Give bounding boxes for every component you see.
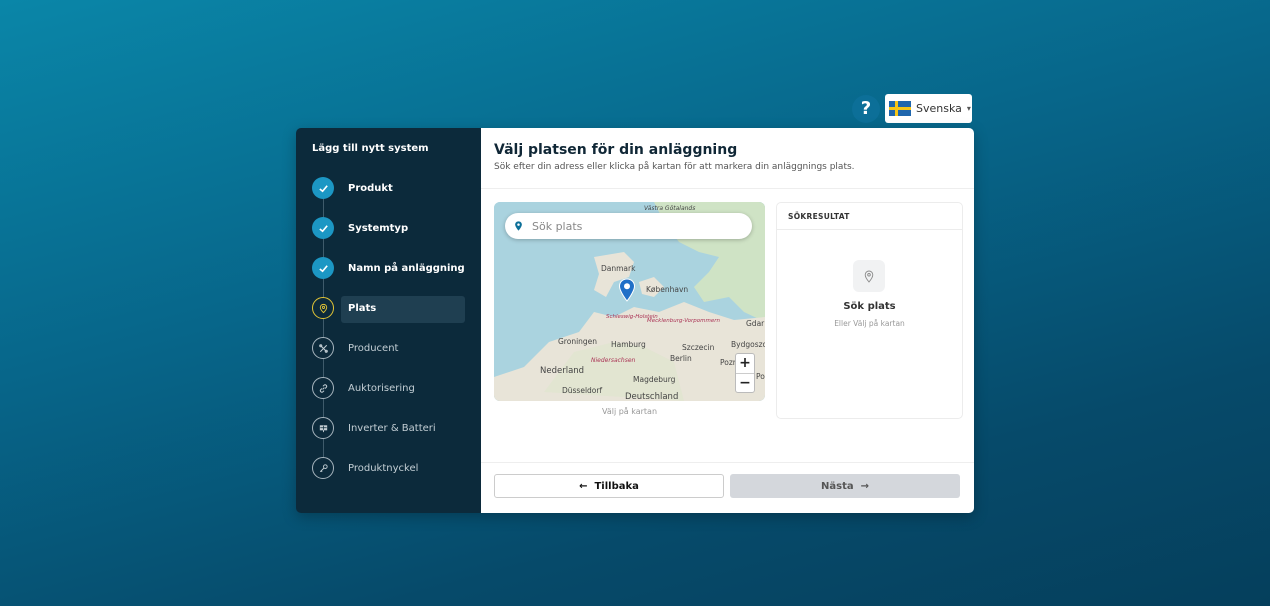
map-label: København xyxy=(646,285,689,294)
map-label: Magdeburg xyxy=(633,375,676,384)
step-produkt[interactable]: Produkt xyxy=(312,177,393,199)
map-label: Düsseldorf xyxy=(562,386,603,395)
step-plats[interactable]: Plats xyxy=(312,297,376,319)
sidebar-title: Lägg till nytt system xyxy=(312,143,429,154)
grid-icon xyxy=(312,417,334,439)
header-divider xyxy=(481,188,974,189)
step-label: Auktorisering xyxy=(348,382,415,394)
map-label: Västra Götalands xyxy=(644,205,696,212)
step-label: Systemtyp xyxy=(348,222,409,234)
map-label: Mecklenburg-Vorpommern xyxy=(647,318,720,324)
step-produktnyckel[interactable]: Produktnyckel xyxy=(312,457,418,479)
search-results-panel: SÖKRESULTAT Sök plats Eller Välj på kart… xyxy=(776,202,963,419)
zoom-control: + − xyxy=(735,353,755,393)
page-subtitle: Sök efter din adress eller klicka på kar… xyxy=(494,162,855,172)
step-label: Producent xyxy=(348,342,399,354)
step-systemtyp[interactable]: Systemtyp xyxy=(312,217,408,239)
link-icon xyxy=(312,377,334,399)
check-icon xyxy=(312,217,334,239)
topbar: ? Svenska ▾ xyxy=(852,94,972,123)
map-view[interactable]: Västra Götalands Danmark København Schle… xyxy=(494,202,765,401)
language-label: Svenska xyxy=(916,102,962,115)
question-icon: ? xyxy=(860,98,872,119)
step-auktorisering[interactable]: Auktorisering xyxy=(312,377,415,399)
tools-icon xyxy=(312,337,334,359)
step-inverter[interactable]: Inverter & Batteri xyxy=(312,417,436,439)
key-icon xyxy=(312,457,334,479)
map-label: Hamburg xyxy=(611,340,646,349)
map-label: Danmark xyxy=(601,264,636,273)
step-label: Namn på anläggning xyxy=(348,262,465,274)
map-marker-icon[interactable] xyxy=(618,278,636,302)
step-label: Produktnyckel xyxy=(348,462,419,474)
map-label: Berlin xyxy=(670,354,692,363)
map-label: Po xyxy=(756,372,765,381)
check-icon xyxy=(312,257,334,279)
location-pin-icon xyxy=(312,297,334,319)
sweden-flag-icon xyxy=(889,101,911,116)
step-namn[interactable]: Namn på anläggning xyxy=(312,257,465,279)
search-input[interactable] xyxy=(530,218,734,234)
arrow-left-icon: ← xyxy=(579,480,588,492)
location-pin-icon xyxy=(515,221,522,231)
step-producent[interactable]: Producent xyxy=(312,337,398,359)
back-button[interactable]: ← Tillbaka xyxy=(494,474,724,498)
back-button-label: Tillbaka xyxy=(594,480,639,492)
help-button[interactable]: ? xyxy=(852,94,880,123)
map-label: Niedersachsen xyxy=(591,357,636,364)
results-empty-subtitle: Eller Välj på kartan xyxy=(834,319,905,328)
map-label: Gdar xyxy=(746,319,765,328)
wizard-main: Välj platsen för din anläggning Sök efte… xyxy=(481,128,974,513)
check-icon xyxy=(312,177,334,199)
step-label: Inverter & Batteri xyxy=(348,422,436,434)
footer-divider xyxy=(481,462,974,463)
step-label: Produkt xyxy=(348,182,393,194)
zoom-out-button[interactable]: − xyxy=(736,374,754,393)
next-button[interactable]: Nästa → xyxy=(730,474,960,498)
language-select[interactable]: Svenska ▾ xyxy=(885,94,972,123)
map-label: Deutschland xyxy=(625,392,679,401)
location-pin-icon xyxy=(853,260,885,292)
zoom-in-button[interactable]: + xyxy=(736,354,754,374)
chevron-down-icon: ▾ xyxy=(966,104,971,113)
map-label: Szczecin xyxy=(682,343,715,352)
map-label: Pozr xyxy=(720,358,736,367)
map-label: Bydgoszc xyxy=(731,340,765,349)
results-empty-title: Sök plats xyxy=(843,301,896,312)
results-header: SÖKRESULTAT xyxy=(777,203,962,230)
map-label: Groningen xyxy=(558,337,598,346)
wizard-sidebar: Lägg till nytt system Produkt Systemtyp … xyxy=(296,128,481,513)
page-title: Välj platsen för din anläggning xyxy=(494,142,738,158)
arrow-right-icon: → xyxy=(860,480,869,492)
map-label: Nederland xyxy=(540,366,585,376)
search-box[interactable] xyxy=(505,213,752,239)
map-caption: Välj på kartan xyxy=(601,407,658,416)
wizard-card: Lägg till nytt system Produkt Systemtyp … xyxy=(296,128,974,513)
step-label: Plats xyxy=(348,302,377,314)
next-button-label: Nästa xyxy=(821,480,854,492)
